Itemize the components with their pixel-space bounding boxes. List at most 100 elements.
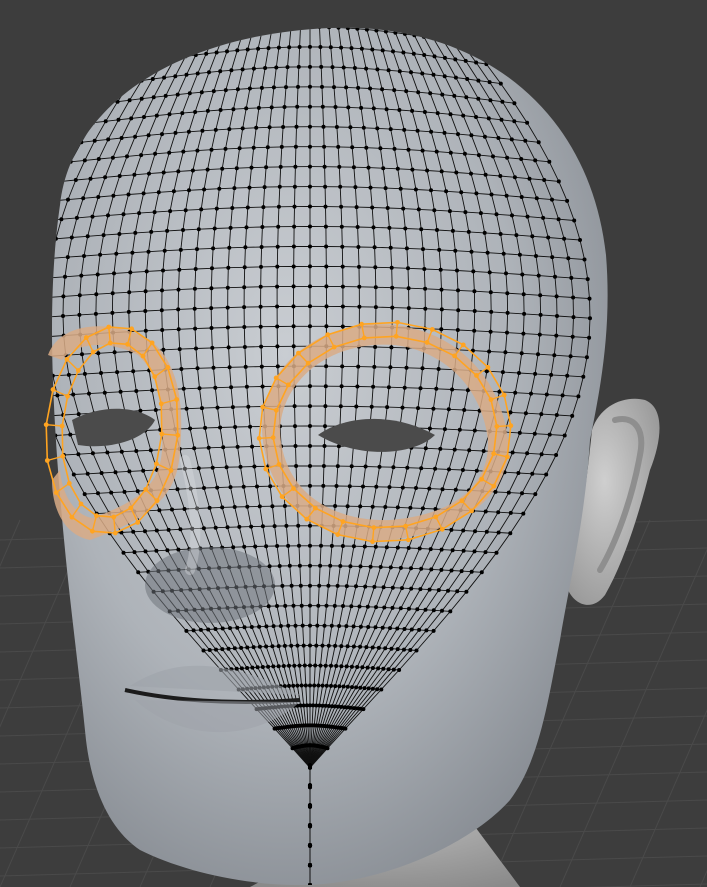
mesh-vertex xyxy=(420,71,425,76)
mesh-vertex xyxy=(380,48,385,53)
mesh-vertex xyxy=(196,227,201,232)
mesh-vertex xyxy=(403,226,408,231)
mesh-vertex xyxy=(469,133,474,138)
mesh-vertex xyxy=(361,125,366,130)
mesh-vertex xyxy=(122,489,127,494)
mesh-vertex xyxy=(224,465,229,470)
mesh-vertex xyxy=(340,324,345,329)
mesh-vertex xyxy=(247,185,252,190)
mesh-vertex xyxy=(135,489,140,494)
mesh-vertex xyxy=(292,204,297,209)
mesh-vertex xyxy=(111,193,116,198)
mesh-vertex xyxy=(106,137,111,142)
mesh-vertex xyxy=(429,188,433,193)
mesh-vertex xyxy=(175,37,180,42)
mesh-vertex xyxy=(339,644,344,649)
mesh-vertex xyxy=(258,304,263,309)
mesh-vertex xyxy=(434,149,439,154)
mesh-vertex xyxy=(474,191,479,196)
mesh-vertex xyxy=(408,648,413,652)
viewport-scene[interactable] xyxy=(0,0,707,887)
mesh-vertex xyxy=(519,195,524,199)
selected-vertex xyxy=(285,382,291,388)
mesh-vertex xyxy=(55,393,60,398)
mesh-vertex xyxy=(275,244,280,249)
mesh-vertex xyxy=(488,98,493,103)
mesh-vertex xyxy=(226,345,231,350)
mesh-vertex xyxy=(241,28,246,33)
mesh-vertex xyxy=(361,484,365,489)
mesh-vertex xyxy=(402,31,407,36)
mesh-vertex xyxy=(565,373,570,378)
mesh-vertex xyxy=(415,607,420,612)
mesh-vertex xyxy=(223,88,228,93)
mesh-vertex xyxy=(287,45,292,50)
mesh-vertex xyxy=(533,371,538,376)
mesh-vertex xyxy=(333,105,338,109)
selected-vertex xyxy=(433,514,439,520)
mesh-vertex xyxy=(289,643,294,648)
mesh-vertex xyxy=(161,347,166,352)
mesh-vertex xyxy=(321,124,326,129)
mesh-vertex xyxy=(133,230,138,235)
mesh-vertex xyxy=(386,385,391,390)
mesh-vertex xyxy=(485,250,490,255)
mesh-vertex xyxy=(250,665,255,670)
mesh-vertex xyxy=(374,605,378,610)
mesh-vertex xyxy=(264,644,269,649)
mesh-vertex xyxy=(34,258,38,262)
mesh-vertex xyxy=(324,683,329,688)
mesh-vertex xyxy=(587,335,592,340)
selected-vertex xyxy=(50,387,56,392)
mesh-vertex xyxy=(439,169,444,174)
mesh-vertex xyxy=(431,608,436,613)
mesh-vertex xyxy=(180,111,185,116)
mesh-vertex xyxy=(317,5,321,9)
mesh-vertex xyxy=(175,92,180,97)
mesh-vertex xyxy=(165,548,170,553)
mesh-vertex xyxy=(323,404,328,409)
mesh-vertex xyxy=(308,384,312,389)
selected-vertex xyxy=(75,368,81,373)
mesh-vertex xyxy=(173,55,178,60)
mesh-vertex xyxy=(197,386,202,391)
mesh-vertex xyxy=(308,224,312,229)
mesh-vertex xyxy=(141,60,146,65)
mesh-vertex xyxy=(195,366,200,371)
selected-vertex xyxy=(65,393,70,399)
selected-vertex xyxy=(168,468,174,473)
mesh-vertex xyxy=(453,23,457,27)
mesh-vertex xyxy=(240,126,245,131)
mesh-vertex xyxy=(359,8,363,12)
mesh-vertex xyxy=(308,765,312,770)
mesh-vertex xyxy=(198,627,203,632)
mesh-vertex xyxy=(183,208,188,213)
mesh-vertex xyxy=(530,234,535,239)
mesh-vertex xyxy=(576,394,581,399)
mesh-vertex xyxy=(136,570,141,575)
mesh-vertex xyxy=(483,550,488,555)
mesh-vertex xyxy=(452,447,457,452)
mesh-vertex xyxy=(282,504,287,508)
mesh-vertex xyxy=(45,296,49,300)
mesh-vertex xyxy=(318,45,323,49)
mesh-vertex xyxy=(160,132,164,137)
mesh-vertex xyxy=(109,490,114,495)
mesh-vertex xyxy=(523,138,528,143)
mesh-vertex xyxy=(556,179,561,184)
mesh-vertex xyxy=(260,27,265,31)
mesh-vertex xyxy=(90,451,95,456)
mesh-vertex xyxy=(525,214,530,219)
mesh-vertex xyxy=(455,589,460,594)
mesh-vertex xyxy=(243,364,248,369)
mesh-vertex xyxy=(181,228,185,232)
mesh-vertex xyxy=(348,125,353,130)
mesh-vertex xyxy=(534,254,538,258)
mesh-vertex xyxy=(344,85,349,90)
selected-vertex xyxy=(125,341,130,347)
3d-viewport[interactable] xyxy=(0,0,707,887)
head-mesh[interactable] xyxy=(52,27,608,886)
selected-vertex xyxy=(494,424,500,429)
mesh-vertex xyxy=(455,268,459,273)
mesh-vertex xyxy=(225,325,230,330)
